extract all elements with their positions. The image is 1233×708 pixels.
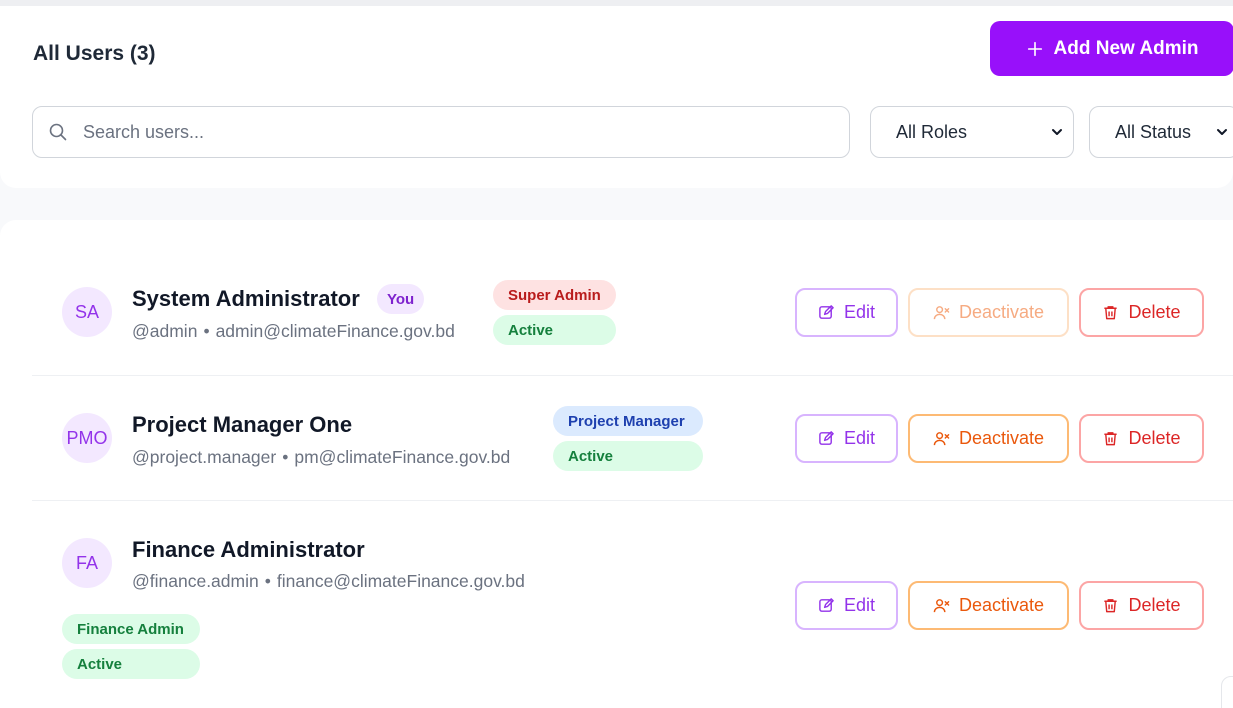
- deactivate-label: Deactivate: [958, 428, 1045, 448]
- user-subtitle: @finance.admin • finance@climateFinance.go…: [132, 571, 525, 592]
- role-badge: Finance Admin: [62, 614, 200, 644]
- user-name: Finance Administrator: [132, 537, 365, 562]
- edit-button[interactable]: Edit: [795, 581, 898, 630]
- status-filter-value: All Status: [1115, 121, 1192, 142]
- status-badge: Active: [62, 649, 200, 679]
- user-username: @project.manager: [132, 447, 277, 467]
- separator-dot: •: [203, 321, 210, 341]
- roles-filter-value: All Roles: [896, 121, 968, 142]
- status-filter-select[interactable]: All Status: [1089, 106, 1233, 158]
- floating-widget-edge[interactable]: [1221, 676, 1233, 708]
- avatar: PMO: [62, 413, 112, 463]
- delete-button[interactable]: Delete: [1079, 288, 1204, 337]
- trash-icon: [1104, 599, 1118, 613]
- edit-label: Edit: [843, 302, 876, 322]
- separator-dot: •: [264, 571, 271, 591]
- edit-button[interactable]: Edit: [795, 288, 898, 337]
- deactivate-button[interactable]: Deactivate: [908, 288, 1069, 337]
- user-email: admin@climateFinance.gov.bd: [215, 321, 455, 341]
- role-badge: Super Admin: [493, 280, 616, 310]
- edit-icon: [819, 431, 834, 445]
- edit-icon: [819, 598, 834, 612]
- edit-label: Edit: [843, 428, 876, 448]
- chevron-down-icon: [1052, 129, 1062, 135]
- delete-button[interactable]: Delete: [1079, 414, 1204, 463]
- you-badge: You: [377, 284, 425, 314]
- user-subtitle: @admin • admin@climateFinance.gov.bd: [132, 321, 455, 342]
- edit-label: Edit: [843, 595, 876, 615]
- avatar: FA: [62, 538, 112, 588]
- edit-button[interactable]: Edit: [795, 414, 898, 463]
- search-input[interactable]: [83, 121, 783, 143]
- chevron-down-icon: [1217, 129, 1227, 135]
- deactivate-button[interactable]: Deactivate: [908, 581, 1069, 630]
- user-username: @admin: [132, 321, 198, 341]
- separator-dot: •: [282, 447, 289, 467]
- delete-label: Delete: [1128, 595, 1181, 615]
- add-new-admin-label: Add New Admin: [1053, 37, 1199, 59]
- row-divider: [32, 375, 1233, 376]
- user-name: Project Manager One: [132, 412, 353, 437]
- user-x-icon: [933, 432, 950, 446]
- status-badge: Active: [553, 441, 703, 471]
- role-badge: Project Manager: [553, 406, 703, 436]
- plus-icon: [1027, 41, 1042, 56]
- user-x-icon: [933, 306, 950, 320]
- delete-label: Delete: [1128, 428, 1181, 448]
- trash-icon: [1104, 432, 1118, 446]
- delete-button[interactable]: Delete: [1079, 581, 1204, 630]
- search-icon: [49, 123, 67, 141]
- edit-icon: [819, 305, 834, 319]
- deactivate-label: Deactivate: [958, 302, 1045, 322]
- row-divider: [32, 500, 1233, 501]
- page-title: All Users (3): [33, 42, 156, 65]
- roles-filter-select[interactable]: All Roles: [870, 106, 1074, 158]
- search-box[interactable]: [32, 106, 850, 158]
- trash-icon: [1104, 306, 1118, 320]
- deactivate-label: Deactivate: [958, 595, 1045, 615]
- delete-label: Delete: [1128, 302, 1181, 322]
- user-username: @finance.admin: [132, 571, 259, 591]
- user-email: finance@climateFinance.gov.bd: [276, 571, 525, 591]
- avatar: SA: [62, 287, 112, 337]
- add-new-admin-button[interactable]: Add New Admin: [990, 21, 1233, 76]
- user-x-icon: [933, 599, 950, 613]
- user-email: pm@climateFinance.gov.bd: [294, 447, 511, 467]
- users-header-card: All Users (3) Add New Admin All Roles Al…: [0, 6, 1233, 188]
- user-name: System Administrator: [132, 286, 360, 311]
- user-subtitle: @project.manager • pm@climateFinance.gov.b…: [132, 447, 510, 468]
- deactivate-button[interactable]: Deactivate: [908, 414, 1069, 463]
- status-badge: Active: [493, 315, 616, 345]
